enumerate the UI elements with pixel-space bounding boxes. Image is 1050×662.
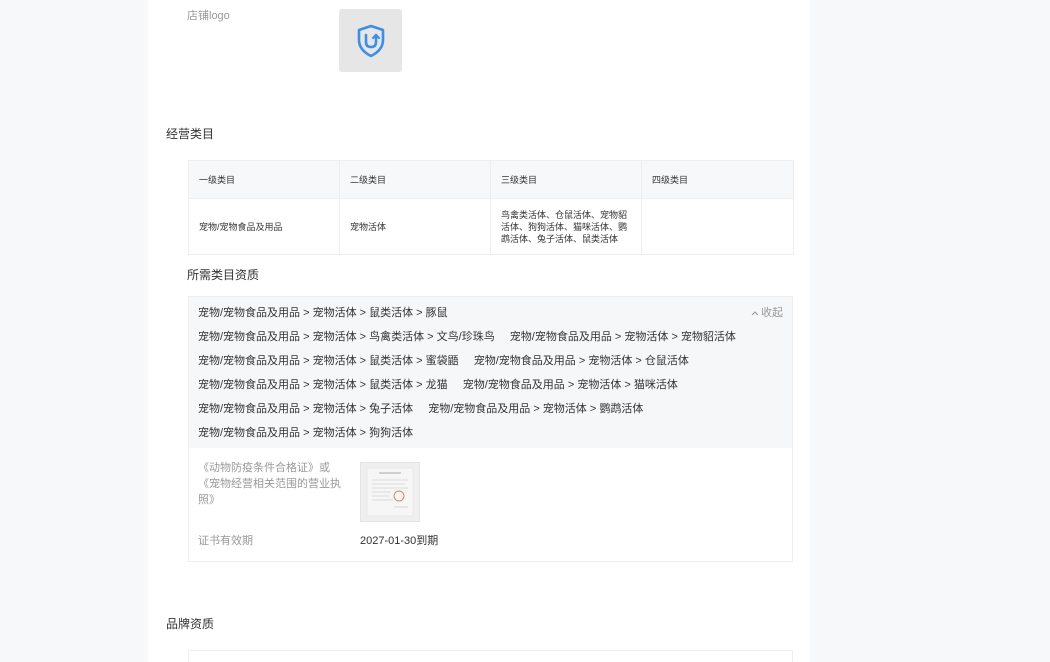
collapse-label: 收起: [761, 307, 783, 319]
shop-logo-label: 店铺logo: [187, 10, 230, 22]
certificate-name: 《动物防疫条件合格证》或《宠物经营相关范围的营业执照》: [198, 462, 341, 506]
qualification-path-item: 宠物/宠物食品及用品 > 宠物活体 > 猫咪活体: [462, 379, 678, 391]
path-line: 宠物/宠物食品及用品 > 宠物活体 > 鼠类活体 > 蜜袋鼯 宠物/宠物食品及用…: [198, 349, 782, 373]
qualification-path-item: 宠物/宠物食品及用品 > 宠物活体 > 兔子活体: [198, 403, 414, 415]
qualification-path-item: 宠物/宠物食品及用品 > 宠物活体 > 鹦鹉活体: [428, 403, 644, 415]
certificate-document-icon: [361, 463, 419, 521]
column-header-level-3: 三级类目: [490, 160, 642, 199]
certificate-row: 《动物防疫条件合格证》或《宠物经营相关范围的营业执照》: [198, 460, 792, 522]
cell-level-4: [641, 198, 794, 255]
qualification-path-item: 宠物/宠物食品及用品 > 宠物活体 > 宠物貂活体: [509, 331, 736, 343]
validity-value: 2027-01-30到期: [360, 535, 439, 547]
cell-level-1: 宠物/宠物食品及用品: [188, 198, 340, 255]
column-header-level-2: 二级类目: [339, 160, 491, 199]
validity-label: 证书有效期: [198, 535, 253, 547]
table-row: 宠物/宠物食品及用品 宠物活体 鸟禽类活体、仓鼠活体、宠物貂活体、狗狗活体、猫咪…: [188, 198, 794, 255]
collapse-button[interactable]: 收起: [751, 301, 783, 325]
qualification-path-item: 宠物/宠物食品及用品 > 宠物活体 > 鼠类活体 > 蜜袋鼯: [198, 355, 459, 367]
business-category-title: 经营类目: [166, 127, 215, 141]
chevron-up-icon: [751, 311, 759, 316]
shop-logo-image: [339, 9, 402, 72]
path-line: 宠物/宠物食品及用品 > 宠物活体 > 鼠类活体 > 豚鼠: [198, 301, 782, 325]
required-qualifications-box: 宠物/宠物食品及用品 > 宠物活体 > 鼠类活体 > 豚鼠 宠物/宠物食品及用品…: [188, 296, 793, 562]
qualification-path-list: 宠物/宠物食品及用品 > 宠物活体 > 鼠类活体 > 豚鼠 宠物/宠物食品及用品…: [189, 297, 792, 448]
content-panel: 店铺logo 经营类目 一级类目 二级类目 三级类目 四级类目 宠物/宠物食品及…: [148, 0, 810, 662]
qualification-path-item: 宠物/宠物食品及用品 > 宠物活体 > 鼠类活体 > 豚鼠: [198, 307, 448, 319]
validity-row: 证书有效期 2027-01-30到期: [198, 533, 792, 549]
qualification-path-item: 宠物/宠物食品及用品 > 宠物活体 > 狗狗活体: [198, 427, 414, 439]
cell-level-2: 宠物活体: [339, 198, 491, 255]
brand-qualification-box: [188, 650, 793, 662]
required-qualifications-title: 所需类目资质: [187, 268, 260, 282]
table-header-row: 一级类目 二级类目 三级类目 四级类目: [188, 160, 794, 199]
path-line: 宠物/宠物食品及用品 > 宠物活体 > 鸟禽类活体 > 文鸟/珍珠鸟 宠物/宠物…: [198, 325, 782, 349]
qualification-path-item: 宠物/宠物食品及用品 > 宠物活体 > 鼠类活体 > 龙猫: [198, 379, 448, 391]
path-line: 宠物/宠物食品及用品 > 宠物活体 > 鼠类活体 > 龙猫 宠物/宠物食品及用品…: [198, 373, 782, 397]
certificate-section: 《动物防疫条件合格证》或《宠物经营相关范围的营业执照》 证书有效期 2027-0…: [189, 448, 792, 549]
qualification-path-item: 宠物/宠物食品及用品 > 宠物活体 > 仓鼠活体: [473, 355, 689, 367]
certificate-thumbnail[interactable]: [360, 462, 420, 522]
shield-logo-icon: [357, 24, 384, 57]
qualification-path-item: 宠物/宠物食品及用品 > 宠物活体 > 鸟禽类活体 > 文鸟/珍珠鸟: [198, 331, 495, 343]
business-category-table: 一级类目 二级类目 三级类目 四级类目 宠物/宠物食品及用品 宠物活体 鸟禽类活…: [188, 160, 794, 255]
brand-qualification-title: 品牌资质: [166, 617, 215, 631]
path-line: 宠物/宠物食品及用品 > 宠物活体 > 狗狗活体: [198, 421, 782, 445]
column-header-level-1: 一级类目: [188, 160, 340, 199]
cell-level-3: 鸟禽类活体、仓鼠活体、宠物貂活体、狗狗活体、猫咪活体、鹦鹉活体、兔子活体、鼠类活…: [490, 198, 642, 255]
path-line: 宠物/宠物食品及用品 > 宠物活体 > 兔子活体 宠物/宠物食品及用品 > 宠物…: [198, 397, 782, 421]
column-header-level-4: 四级类目: [641, 160, 794, 199]
